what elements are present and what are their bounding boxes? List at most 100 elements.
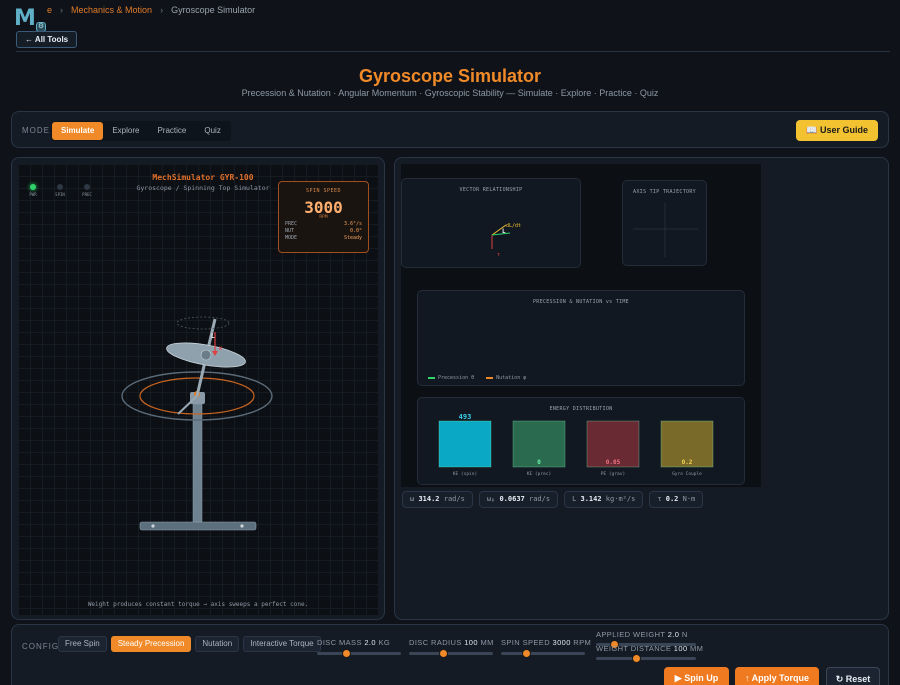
disc-hub xyxy=(200,349,212,361)
slider-name: APPLIED WEIGHT xyxy=(596,630,666,639)
slider-name: DISC MASS xyxy=(317,638,362,647)
breadcrumb-separator: › xyxy=(160,5,164,15)
mode-label: MODE xyxy=(22,126,50,135)
base-screw xyxy=(240,524,244,528)
axis-tip-trace xyxy=(176,316,230,330)
stat-torque: τ 0.2 N·m xyxy=(649,491,704,508)
stat-unit: N·m xyxy=(682,495,696,503)
user-guide-button[interactable]: 📖 User Guide xyxy=(796,120,878,141)
slider-value: 2.0 xyxy=(667,630,680,639)
energy-bar-value: 0.2 xyxy=(682,459,693,466)
slider-thumb[interactable] xyxy=(438,649,448,658)
tab-explore[interactable]: Explore xyxy=(103,122,148,140)
breadcrumb-item-category[interactable]: Mechanics & Motion xyxy=(71,5,152,15)
header-divider xyxy=(16,51,890,52)
slider-unit: N xyxy=(681,630,688,639)
legend-swatch xyxy=(486,376,494,379)
tab-quiz[interactable]: Quiz xyxy=(195,122,229,140)
slider-unit: MM xyxy=(690,644,704,653)
stat-unit: rad/s xyxy=(528,495,551,503)
axis-trajectory-card: AXIS TIP TRAJECTORY xyxy=(622,180,707,266)
tab-simulate[interactable]: Simulate xyxy=(52,122,104,140)
stat-value: 0.2 xyxy=(665,495,679,503)
tab-practice[interactable]: Practice xyxy=(148,122,195,140)
slider-thumb[interactable] xyxy=(522,649,532,658)
slider-value: 3000 xyxy=(552,638,571,647)
apply-torque-button[interactable]: ↑ Apply Torque xyxy=(735,667,819,685)
legend-precession: Precession θ xyxy=(428,375,474,381)
energy-bar-value: 0 xyxy=(537,459,541,466)
stand-base xyxy=(139,521,257,531)
reset-button[interactable]: ↻ Reset xyxy=(826,667,880,685)
slider-unit: KG xyxy=(378,638,391,647)
weight-distance-slider[interactable]: WEIGHT DISTANCE 100 MM xyxy=(596,644,703,663)
slider-label: DISC RADIUS 100 MM xyxy=(409,638,493,647)
slider-value: 100 xyxy=(464,638,478,647)
spin-speed-slider[interactable]: SPIN SPEED 3000 RPM xyxy=(501,638,591,658)
disc-radius-slider[interactable]: DISC RADIUS 100 MM xyxy=(409,638,493,658)
stat-symbol: L xyxy=(572,495,577,503)
slider-thumb[interactable] xyxy=(632,654,641,663)
time-plot-card: PRECESSION & NUTATION vs TIME Precession… xyxy=(417,290,745,386)
preset-steady-precession[interactable]: Steady Precession xyxy=(110,636,192,652)
stand-post xyxy=(192,403,203,523)
slider-label: WEIGHT DISTANCE 100 MM xyxy=(596,644,703,653)
app-logo[interactable]: M ⚙ xyxy=(14,6,46,32)
spin-up-button[interactable]: ▶ Spin Up xyxy=(664,667,729,685)
vector-l-label: L xyxy=(502,228,506,235)
legend-swatch xyxy=(428,376,435,379)
stat-unit: kg·m²/s xyxy=(605,495,636,503)
trajectory-plot xyxy=(633,203,698,257)
preset-nutation[interactable]: Nutation xyxy=(195,636,240,652)
stat-omega: ω 314.2 rad/s xyxy=(402,491,473,508)
vector-tau-label: τ xyxy=(497,252,500,258)
energy-bar-value: 493 xyxy=(459,413,472,421)
slider-label: DISC MASS 2.0 KG xyxy=(317,638,401,647)
slider-unit: MM xyxy=(480,638,494,647)
page-title: Gyroscope Simulator xyxy=(358,66,542,86)
mode-tabs: Simulate Explore Practice Quiz xyxy=(51,121,231,141)
slider-label: SPIN SPEED 3000 RPM xyxy=(501,638,591,647)
disc-mass-slider[interactable]: DISC MASS 2.0 KG xyxy=(317,638,401,658)
slider-unit: RPM xyxy=(573,638,592,647)
slider-value: 100 xyxy=(673,644,688,653)
slider-name: DISC RADIUS xyxy=(409,638,462,647)
mode-bar: MODE Simulate Explore Practice Quiz 📖 Us… xyxy=(11,111,889,148)
stat-symbol: ω xyxy=(410,495,415,503)
stats-row: ω 314.2 rad/s ωₚ 0.0637 rad/s L 3.142 kg… xyxy=(402,491,704,508)
slider-name: WEIGHT DISTANCE xyxy=(596,644,672,653)
breadcrumb-item-home[interactable]: e xyxy=(47,5,52,15)
breadcrumb: e › Mechanics & Motion › Gyroscope Simul… xyxy=(47,5,255,15)
vector-relationship-card: VECTOR RELATIONSHIP L dL/dt τ xyxy=(401,178,581,268)
vector-diagram: L dL/dt τ xyxy=(491,223,521,258)
simulator-caption: Weight produces constant torque → axis s… xyxy=(87,601,309,608)
stat-omega-p: ωₚ 0.0637 rad/s xyxy=(478,491,559,508)
base-screw xyxy=(151,524,155,528)
slider-track[interactable] xyxy=(596,654,696,663)
preset-interactive-torque[interactable]: Interactive Torque xyxy=(243,636,321,652)
slider-thumb[interactable] xyxy=(342,649,352,658)
all-tools-button[interactable]: ← All Tools xyxy=(16,31,78,48)
stat-symbol: τ xyxy=(657,495,662,503)
stat-angular-momentum: L 3.142 kg·m²/s xyxy=(564,491,644,508)
vector-relationship-title: VECTOR RELATIONSHIP xyxy=(459,187,523,193)
vector-dldt-label: dL/dt xyxy=(506,223,521,229)
preset-free-spin[interactable]: Free Spin xyxy=(58,636,107,652)
breadcrumb-item-current: Gyroscope Simulator xyxy=(171,5,256,15)
energy-bar-chart: 493 KE (spin) 0 KE (prec) 0.05 PE (grav) 0.2 Gy… xyxy=(438,413,714,477)
preset-group: Free Spin Steady Precession Nutation Int… xyxy=(58,636,321,652)
slider-track[interactable] xyxy=(501,649,585,658)
time-plot-legend: Precession θ Nutation φ xyxy=(428,375,526,381)
energy-card: ENERGY DISTRIBUTION 493 KE (spin) 0 KE (pre… xyxy=(417,397,745,485)
config-label: CONFIG xyxy=(22,642,60,651)
breadcrumb-separator: › xyxy=(60,5,64,15)
time-plot-title: PRECESSION & NUTATION vs TIME xyxy=(533,299,629,305)
legend-nutation-label: Nutation φ xyxy=(496,375,527,381)
simulator-canvas[interactable]: PWR SPIN PREC MechSimulator GYR-100 Gyro… xyxy=(18,164,378,615)
slider-track[interactable] xyxy=(317,649,401,658)
slider-label: APPLIED WEIGHT 2.0 N xyxy=(596,630,696,639)
slider-track[interactable] xyxy=(409,649,493,658)
energy-bar-label: KE (spin) xyxy=(453,471,477,477)
legend-precession-label: Precession θ xyxy=(438,375,475,381)
page-subtitle: Precession & Nutation · Angular Momentum… xyxy=(241,88,659,98)
